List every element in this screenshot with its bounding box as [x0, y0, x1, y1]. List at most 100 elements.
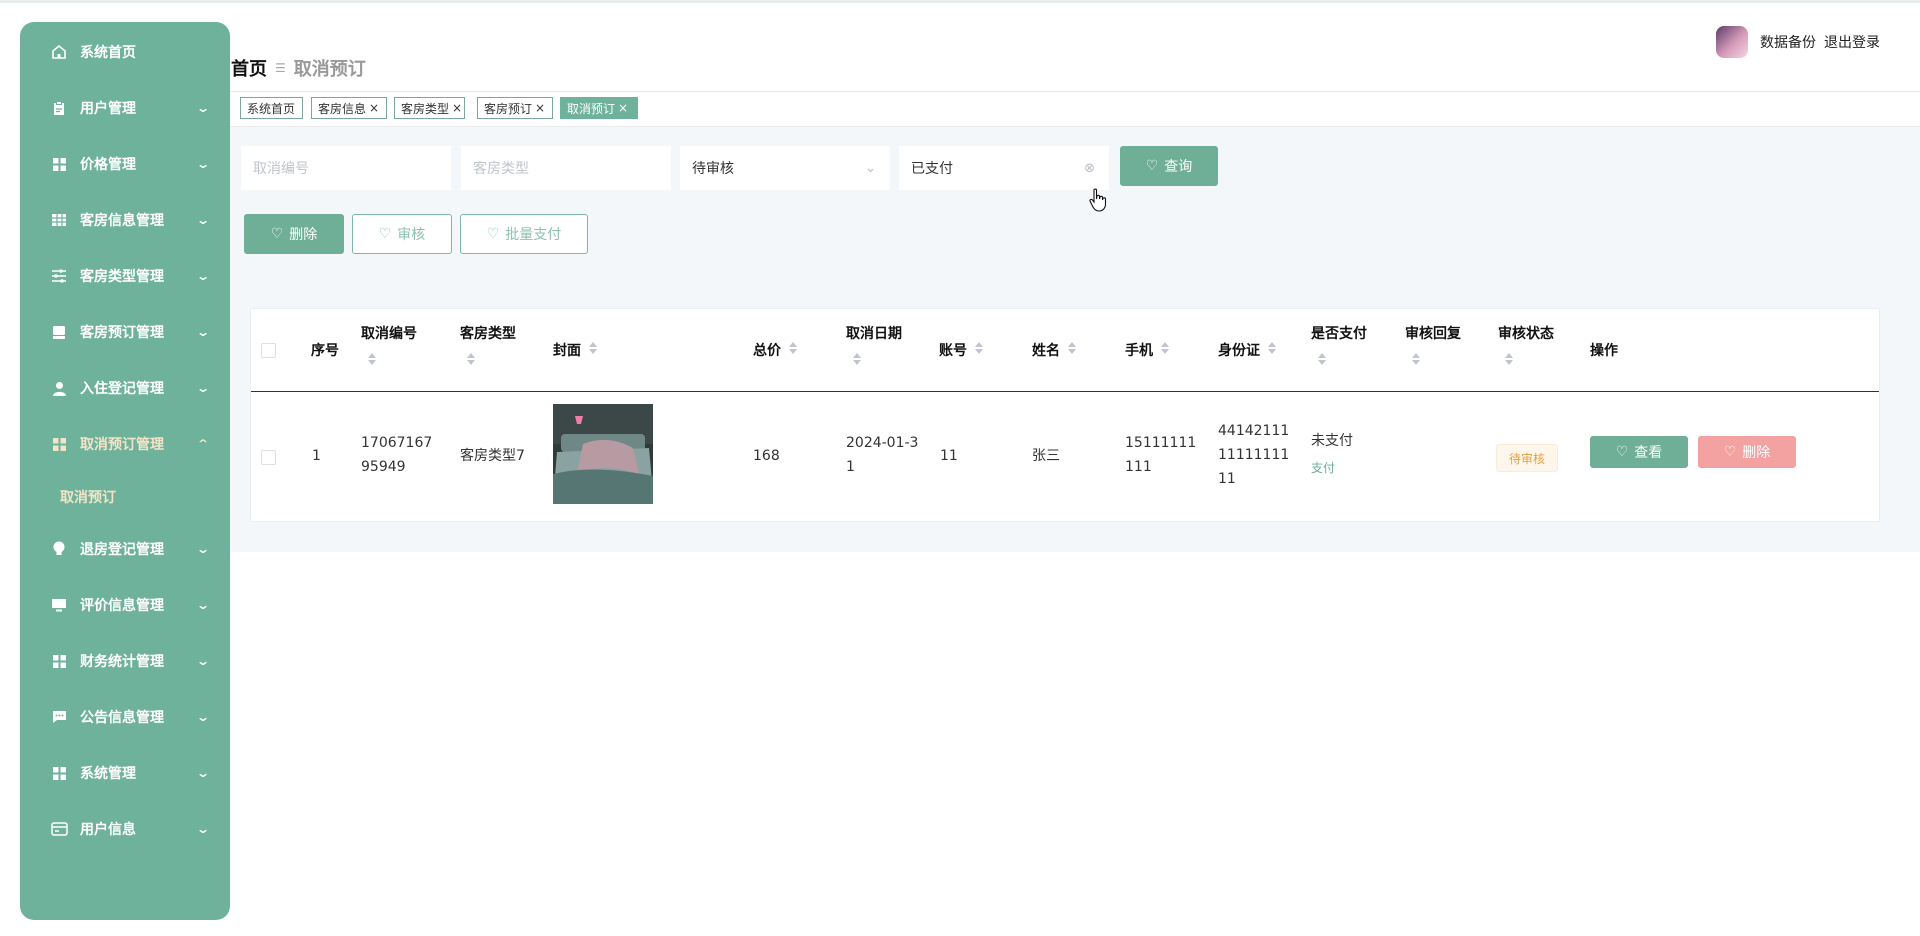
sidebar-item-finance[interactable]: 财务统计管理 ⌄: [20, 641, 230, 681]
sidebar-item-checkout[interactable]: 退房登记管理 ⌄: [20, 529, 230, 569]
query-button[interactable]: ♡ 查询: [1120, 146, 1218, 186]
room-cover-image[interactable]: [553, 404, 653, 504]
review-button[interactable]: ♡ 审核: [352, 214, 452, 254]
cell-phone: 15111111111: [1125, 435, 1197, 475]
tab-label: 取消预订: [567, 101, 616, 116]
breadcrumb: 首页 ☰ 取消预订: [231, 55, 366, 81]
column-header-account[interactable]: 账号: [939, 340, 967, 360]
payment-status-select[interactable]: 已支付 ⊗: [899, 146, 1109, 190]
sort-icon[interactable]: [368, 353, 376, 365]
view-button[interactable]: ♡ 查看: [1590, 436, 1688, 468]
tab-room-type[interactable]: 客房类型 ×: [394, 97, 465, 119]
sidebar-item-cancel-booking[interactable]: 取消预订管理 ⌃: [20, 424, 230, 464]
row-delete-button[interactable]: ♡ 删除: [1698, 436, 1796, 468]
sort-icon[interactable]: [589, 342, 597, 354]
review-status-value: 待审核: [692, 161, 734, 177]
chevron-down-icon: ⌄: [195, 213, 211, 227]
sidebar-item-notices[interactable]: 公告信息管理 ⌄: [20, 697, 230, 737]
sort-icon[interactable]: [1268, 342, 1276, 354]
user-area: 数据备份 退出登录: [1716, 26, 1880, 58]
breadcrumb-separator-icon: ☰: [275, 61, 286, 75]
sidebar-item-home[interactable]: 系统首页: [20, 32, 230, 72]
select-all-checkbox[interactable]: [261, 343, 276, 358]
tab-label: 系统首页: [247, 101, 296, 116]
chevron-down-icon: ⌄: [195, 598, 211, 612]
sidebar-item-label: 用户信息: [80, 822, 136, 838]
sort-icon[interactable]: [853, 353, 861, 365]
sidebar-item-room-booking[interactable]: 客房预订管理 ⌄: [20, 312, 230, 352]
card-icon: [50, 820, 68, 838]
column-header-paid[interactable]: 是否支付: [1311, 323, 1367, 343]
column-header-name[interactable]: 姓名: [1032, 340, 1060, 360]
sidebar-item-users[interactable]: 用户管理 ⌄: [20, 88, 230, 128]
sort-icon[interactable]: [1068, 342, 1076, 354]
chevron-down-icon: ⌄: [195, 766, 211, 780]
column-header-room-type[interactable]: 客房类型: [460, 323, 516, 343]
sort-icon[interactable]: [1161, 342, 1169, 354]
column-header-review-status[interactable]: 审核状态: [1498, 323, 1554, 343]
sort-icon[interactable]: [1318, 353, 1326, 365]
sidebar-item-checkin[interactable]: 入住登记管理 ⌄: [20, 368, 230, 408]
close-icon[interactable]: ×: [618, 101, 628, 115]
chevron-up-icon: ⌃: [195, 437, 211, 451]
tab-home[interactable]: 系统首页: [240, 97, 303, 119]
sort-icon[interactable]: [1505, 353, 1513, 365]
sidebar-subitem-cancel-booking[interactable]: 取消预订: [60, 487, 116, 507]
sidebar-item-label: 系统管理: [80, 766, 136, 782]
close-icon[interactable]: ×: [369, 101, 379, 115]
logout-link[interactable]: 退出登录: [1824, 32, 1880, 52]
sort-icon[interactable]: [1412, 353, 1420, 365]
column-header-total[interactable]: 总价: [753, 340, 781, 360]
sidebar-item-price[interactable]: 价格管理 ⌄: [20, 144, 230, 184]
column-header-review-reply[interactable]: 审核回复: [1405, 323, 1461, 343]
batch-pay-button[interactable]: ♡ 批量支付: [460, 214, 588, 254]
cell-account: 11: [940, 448, 958, 464]
tab-label: 客房信息: [318, 101, 367, 116]
column-header-cancel-date[interactable]: 取消日期: [846, 323, 902, 343]
tab-room-booking[interactable]: 客房预订 ×: [477, 97, 553, 119]
delete-button-label: 删除: [289, 227, 318, 243]
data-backup-link[interactable]: 数据备份: [1760, 32, 1816, 52]
sidebar-item-room-type[interactable]: 客房类型管理 ⌄: [20, 256, 230, 296]
row-checkbox[interactable]: [261, 450, 276, 465]
pay-link[interactable]: 支付: [1311, 456, 1335, 480]
sidebar-item-label: 客房信息管理: [80, 213, 164, 229]
clear-icon[interactable]: ⊗: [1084, 161, 1095, 176]
breadcrumb-home[interactable]: 首页: [231, 55, 267, 81]
close-icon[interactable]: ×: [535, 101, 545, 115]
tab-cancel-booking[interactable]: 取消预订 ×: [560, 97, 638, 119]
sidebar-item-reviews[interactable]: 评价信息管理 ⌄: [20, 585, 230, 625]
sort-icon[interactable]: [975, 342, 983, 354]
review-status-select[interactable]: 待审核 ⌄: [680, 146, 890, 190]
room-type-input[interactable]: 客房类型: [461, 146, 671, 190]
hand-cursor-icon: [1088, 188, 1108, 216]
sort-icon[interactable]: [467, 353, 475, 365]
column-header-cover[interactable]: 封面: [553, 340, 581, 360]
column-header-phone[interactable]: 手机: [1125, 340, 1153, 360]
cell-paid: 未支付: [1311, 433, 1353, 449]
sidebar-item-user-info[interactable]: 用户信息 ⌄: [20, 809, 230, 849]
column-header-id-card[interactable]: 身份证: [1218, 340, 1260, 360]
avatar[interactable]: [1716, 26, 1748, 58]
sidebar-item-system[interactable]: 系统管理 ⌄: [20, 753, 230, 793]
chevron-down-icon: ⌄: [195, 542, 211, 556]
delete-button[interactable]: ♡ 删除: [244, 214, 344, 254]
sort-icon[interactable]: [789, 342, 797, 354]
sidebar-item-room-info[interactable]: 客房信息管理 ⌄: [20, 200, 230, 240]
column-header-cancel-no[interactable]: 取消编号: [361, 323, 417, 343]
cell-id-card: 441421111111111111: [1218, 423, 1290, 487]
row-delete-button-label: 删除: [1742, 445, 1771, 461]
cell-cancel-date: 2024-01-31: [846, 435, 919, 475]
cancel-no-input[interactable]: 取消编号: [241, 146, 451, 190]
table-icon: [50, 211, 68, 229]
close-icon[interactable]: ×: [452, 101, 462, 115]
tab-room-info[interactable]: 客房信息 ×: [311, 97, 387, 119]
sidebar-item-label: 评价信息管理: [80, 598, 164, 614]
chevron-down-icon: ⌄: [865, 160, 876, 176]
sidebar-item-label: 财务统计管理: [80, 654, 164, 670]
batch-pay-button-label: 批量支付: [505, 227, 562, 243]
review-button-label: 审核: [397, 227, 426, 243]
sidebar-item-label: 退房登记管理: [80, 542, 164, 558]
table-header-divider: [251, 391, 1879, 392]
chevron-down-icon: ⌄: [195, 710, 211, 724]
